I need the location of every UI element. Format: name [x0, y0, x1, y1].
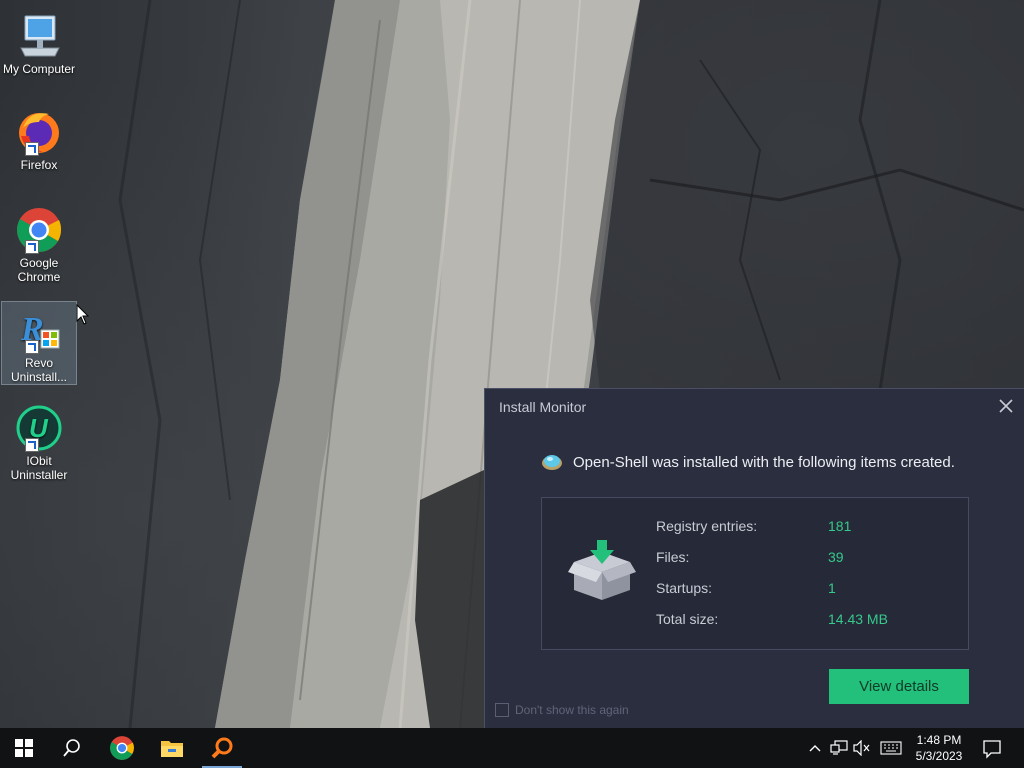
stat-row-startups: Startups: 1 — [656, 580, 956, 596]
mouse-cursor — [76, 303, 90, 330]
desktop-icon-label: Google Chrome — [17, 256, 61, 284]
revo-uninstaller-icon — [211, 737, 233, 759]
stat-row-files: Files: 39 — [656, 549, 956, 565]
firefox-icon — [15, 108, 63, 156]
open-shell-icon — [542, 455, 562, 470]
shortcut-arrow-icon — [25, 438, 39, 452]
stat-row-total-size: Total size: 14.43 MB — [656, 611, 956, 627]
stat-value: 14.43 MB — [828, 611, 888, 627]
clock-time: 1:48 PM — [916, 733, 962, 747]
clock-date: 5/3/2023 — [915, 749, 963, 763]
volume-muted-icon — [853, 740, 870, 756]
iobit-uninstaller-icon: U — [15, 404, 63, 452]
stat-value: 181 — [828, 518, 852, 534]
stat-value: 39 — [828, 549, 844, 565]
start-button[interactable] — [0, 728, 48, 768]
dont-show-again-label: Don't show this again — [515, 703, 629, 717]
desktop-icon-label: My Computer — [2, 62, 76, 76]
desktop-icon-google-chrome[interactable]: Google Chrome — [2, 202, 76, 284]
input-indicator-button[interactable] — [879, 738, 903, 758]
stat-label: Registry entries: — [656, 518, 758, 534]
search-icon — [63, 739, 80, 757]
start-icon — [15, 739, 33, 757]
package-box-icon — [568, 540, 636, 609]
stat-label: Total size: — [656, 611, 719, 627]
computer-icon — [15, 12, 63, 60]
dont-show-again-checkbox[interactable] — [495, 703, 509, 717]
dont-show-again-option[interactable]: Don't show this again — [495, 703, 629, 717]
shortcut-arrow-icon — [25, 340, 39, 354]
desktop-icon-label: Revo Uninstall... — [10, 356, 68, 384]
stat-label: Startups: — [656, 580, 713, 596]
taskbar-chrome-button[interactable] — [98, 728, 146, 768]
volume-tray-button[interactable] — [852, 738, 872, 758]
stat-value: 1 — [828, 580, 836, 596]
revo-uninstaller-icon: R — [15, 306, 63, 354]
view-details-button[interactable]: View details — [829, 669, 969, 704]
close-icon — [999, 399, 1013, 413]
install-monitor-dialog: Install Monitor Open-Shell was installed… — [484, 388, 1024, 729]
file-explorer-icon — [161, 741, 183, 757]
network-tray-button[interactable] — [829, 738, 849, 758]
headline-text: Open-Shell was installed with the follow… — [573, 453, 955, 471]
stat-label: Files: — [656, 549, 690, 565]
desktop-icon-iobit-uninstaller[interactable]: U IObit Uninstaller — [2, 400, 76, 482]
shortcut-arrow-icon — [25, 142, 39, 156]
taskbar: 1:48 PM 5/3/2023 — [0, 728, 1024, 768]
desktop-icon-label: Firefox — [20, 158, 58, 172]
desktop-icon-firefox[interactable]: Firefox — [2, 104, 76, 172]
system-clock[interactable]: 1:48 PM 5/3/2023 — [904, 732, 974, 764]
action-center-button[interactable] — [980, 736, 1004, 760]
install-headline: Open-Shell was installed with the follow… — [541, 451, 955, 473]
keyboard-icon — [880, 741, 902, 755]
chrome-icon — [110, 736, 134, 760]
taskbar-revo-button[interactable] — [198, 728, 246, 768]
dialog-title: Install Monitor — [499, 399, 587, 415]
notification-icon — [983, 740, 1001, 759]
close-button[interactable] — [995, 395, 1017, 417]
taskbar-file-explorer-button[interactable] — [148, 728, 196, 768]
chrome-icon — [15, 206, 63, 254]
network-icon — [830, 740, 848, 755]
chevron-up-icon — [809, 745, 821, 752]
search-button[interactable] — [48, 728, 96, 768]
desktop-icon-my-computer[interactable]: My Computer — [2, 8, 76, 76]
desktop-icon-label: IObit Uninstaller — [10, 454, 68, 482]
stat-row-registry: Registry entries: 181 — [656, 518, 956, 534]
show-hidden-icons-button[interactable] — [805, 738, 825, 758]
desktop-icon-revo-uninstaller[interactable]: R Revo Uninstall... — [1, 301, 77, 385]
shortcut-arrow-icon — [25, 240, 39, 254]
install-summary-panel: Registry entries: 181 Files: 39 Startups: 1… — [541, 497, 969, 650]
